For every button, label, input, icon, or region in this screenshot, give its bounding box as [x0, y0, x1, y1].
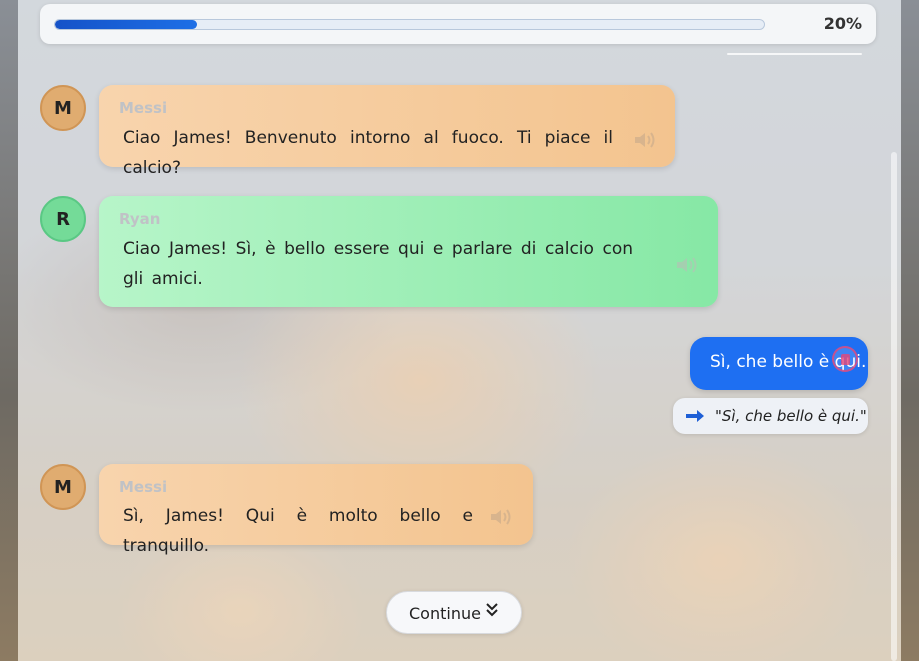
message-bubble: Ryan Ciao James! Sì, è bello essere qui …: [99, 196, 718, 307]
message-bubble: Messi Ciao James! Benvenuto intorno al f…: [99, 85, 675, 178]
progress-percent: 20%: [823, 14, 862, 33]
translation-text: "Sì, che bello è qui.": [715, 407, 867, 425]
avatar: R: [40, 196, 86, 242]
avatar-initial: M: [54, 97, 72, 119]
continue-button[interactable]: Continue: [386, 591, 522, 634]
speaker-name: Ryan: [119, 210, 161, 228]
avatar: M: [40, 464, 86, 510]
continue-label: Continue: [409, 604, 481, 623]
user-reply-bubble: Sì, che bello è qui.: [690, 337, 868, 390]
divider: [727, 53, 862, 55]
left-edge: [0, 0, 18, 661]
progress-card: 20%: [40, 4, 876, 44]
message-bubble: Messi Sì, James! Qui è molto bello e tra…: [99, 464, 533, 556]
avatar-initial: M: [54, 476, 72, 498]
progress-bar: [54, 19, 765, 30]
progress-fill: [55, 20, 197, 29]
avatar: M: [40, 85, 86, 131]
scrollbar[interactable]: [891, 152, 897, 661]
translation-hint: "Sì, che bello è qui.": [673, 398, 868, 434]
speaker-name: Messi: [119, 99, 168, 117]
record-icon[interactable]: [832, 346, 858, 372]
double-chevron-down-icon: [486, 603, 498, 617]
arrow-right-icon: [686, 410, 704, 422]
speaker-icon[interactable]: [489, 508, 513, 526]
speaker-icon[interactable]: [633, 131, 657, 149]
message-text: Ciao James! Benvenuto intorno al fuoco. …: [123, 128, 613, 178]
message-text: Sì, James! Qui è molto bello e tranquill…: [123, 506, 473, 556]
right-edge: [901, 0, 919, 661]
speaker-name: Messi: [119, 478, 168, 496]
avatar-initial: R: [56, 208, 70, 230]
speaker-icon[interactable]: [675, 256, 699, 274]
message-text: Ciao James! Sì, è bello essere qui e par…: [123, 239, 633, 289]
